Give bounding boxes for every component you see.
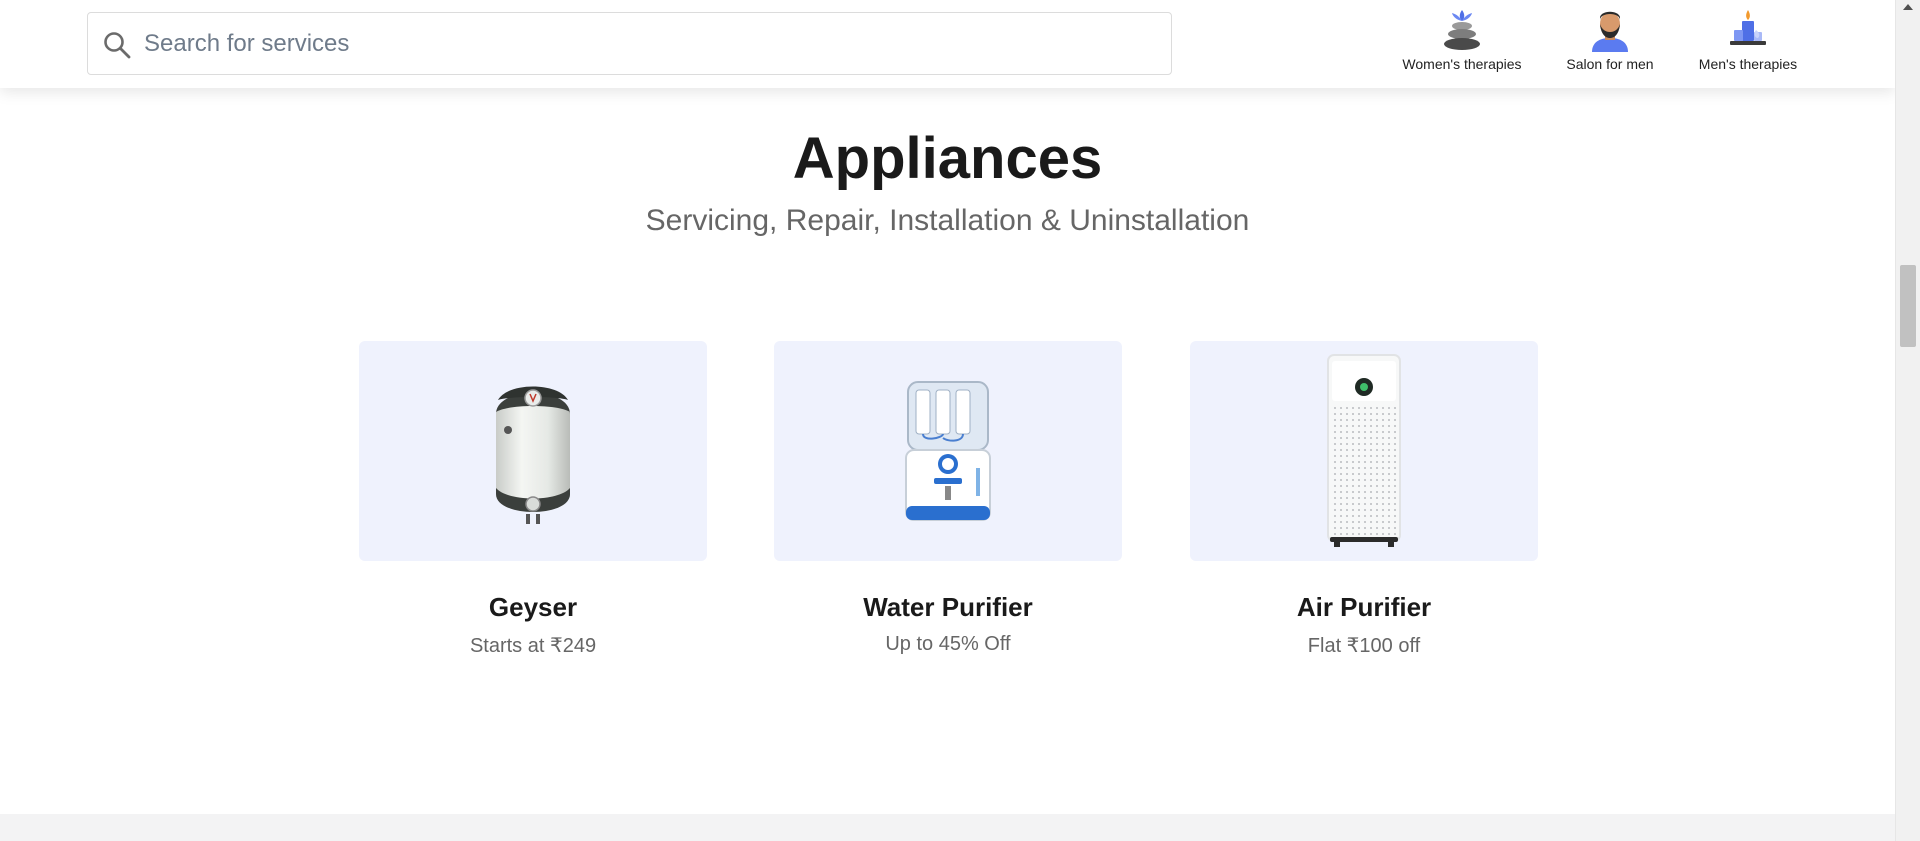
scrollbar-thumb[interactable] bbox=[1900, 265, 1916, 347]
search-input[interactable] bbox=[142, 23, 1156, 65]
air-purifier-icon bbox=[1327, 354, 1401, 547]
man-avatar-icon bbox=[1592, 11, 1628, 52]
card-title[interactable]: Water Purifier bbox=[774, 592, 1122, 623]
geyser-icon bbox=[496, 386, 570, 524]
card-title[interactable]: Air Purifier bbox=[1190, 592, 1538, 623]
card-water-purifier[interactable]: Water Purifier Up to 45% Off bbox=[774, 341, 1122, 656]
search-box[interactable] bbox=[87, 12, 1172, 75]
vertical-scrollbar[interactable] bbox=[1895, 0, 1920, 841]
shortcut-womens-therapies[interactable]: Women's therapies bbox=[1392, 8, 1532, 72]
card-offer: Flat ₹100 off bbox=[1307, 635, 1421, 657]
section-subtitle: Servicing, Repair, Installation & Uninst… bbox=[645, 204, 1250, 237]
shortcut-label: Men's therapies bbox=[1698, 56, 1798, 72]
card-air-purifier[interactable]: Air Purifier Flat ₹100 off bbox=[1190, 341, 1538, 658]
water-purifier-icon bbox=[905, 381, 991, 521]
stones-lotus-icon bbox=[1444, 10, 1480, 50]
card-offer: Starts at ₹249 bbox=[469, 635, 597, 657]
scroll-up-arrow-icon[interactable] bbox=[1896, 0, 1920, 14]
card-title[interactable]: Geyser bbox=[359, 592, 707, 623]
card-offer: Up to 45% Off bbox=[885, 633, 1011, 655]
footer-band bbox=[0, 814, 1895, 841]
shortcut-label: Women's therapies bbox=[1402, 56, 1522, 72]
page: Women's therapies Salon for men Men's t bbox=[0, 0, 1895, 841]
candle-icon bbox=[1730, 10, 1766, 45]
card-image[interactable] bbox=[774, 341, 1122, 561]
shortcut-label: Salon for men bbox=[1566, 56, 1654, 72]
search-icon bbox=[104, 32, 131, 59]
header: Women's therapies Salon for men Men's t bbox=[0, 0, 1895, 88]
card-image[interactable] bbox=[1190, 341, 1538, 561]
shortcut-salon-for-men[interactable]: Salon for men bbox=[1540, 8, 1680, 72]
card-geyser[interactable]: Geyser Starts at ₹249 bbox=[359, 341, 707, 658]
shortcut-mens-therapies[interactable]: Men's therapies bbox=[1678, 8, 1818, 72]
section-title: Appliances bbox=[792, 126, 1103, 191]
card-image[interactable] bbox=[359, 341, 707, 561]
